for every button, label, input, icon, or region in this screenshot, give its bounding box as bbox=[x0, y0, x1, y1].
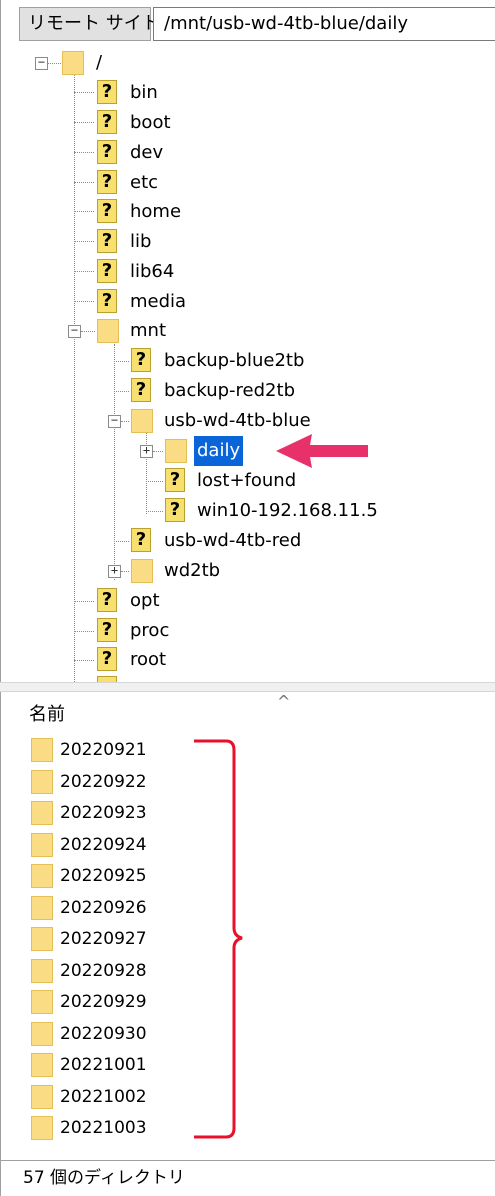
question-mark-icon: ? bbox=[97, 140, 117, 164]
folder-icon bbox=[31, 864, 53, 888]
sort-ascending-icon: ^ bbox=[277, 692, 291, 711]
question-mark-icon: ? bbox=[97, 647, 117, 671]
folder-icon bbox=[97, 319, 119, 343]
folder-icon bbox=[31, 1022, 53, 1046]
folder-icon bbox=[165, 439, 187, 463]
collapse-mnt-toggle[interactable]: − bbox=[68, 324, 81, 338]
remote-tree-pane: − − − + + / ? bin ? boot ? dev ? etc ? h… bbox=[0, 0, 495, 682]
folder-icon bbox=[131, 409, 153, 433]
question-mark-icon: ? bbox=[97, 199, 117, 223]
question-mark-icon: ? bbox=[131, 348, 151, 372]
folder-icon bbox=[31, 833, 53, 857]
directory-tree: − − − + + / ? bin ? boot ? dev ? etc ? h… bbox=[1, 0, 495, 682]
remote-address-bar: リモート サイト: /mnt/usb-wd-4tb-blue/daily bbox=[1, 0, 495, 42]
question-mark-icon: ? bbox=[165, 468, 185, 492]
question-mark-icon: ? bbox=[97, 229, 117, 253]
folder-icon bbox=[31, 1085, 53, 1109]
question-mark-icon: ? bbox=[97, 170, 117, 194]
status-bar: 57 個のディレクトリ bbox=[0, 1160, 495, 1196]
remote-path-input[interactable]: /mnt/usb-wd-4tb-blue/daily bbox=[153, 7, 495, 41]
question-mark-icon: ? bbox=[97, 80, 117, 104]
folder-icon bbox=[31, 896, 53, 920]
folder-icon bbox=[31, 801, 53, 825]
question-mark-icon: ? bbox=[131, 528, 151, 552]
tree-guide-line bbox=[74, 74, 75, 682]
question-mark-icon: ? bbox=[97, 110, 117, 134]
question-mark-icon: ? bbox=[97, 618, 117, 642]
question-mark-icon: ? bbox=[97, 259, 117, 283]
folder-icon bbox=[31, 770, 53, 794]
folder-icon bbox=[31, 1116, 53, 1140]
tree-guide-line bbox=[114, 344, 115, 580]
question-mark-icon: ? bbox=[97, 588, 117, 612]
remote-site-label: リモート サイト: bbox=[19, 7, 166, 41]
collapse-blue-toggle[interactable]: − bbox=[108, 414, 121, 428]
folder-icon bbox=[131, 559, 153, 583]
file-list-pane: ^ 名前 20220921 20220922 20220923 20220924… bbox=[0, 692, 495, 1196]
folder-icon bbox=[31, 927, 53, 951]
folder-icon bbox=[31, 1053, 53, 1077]
expand-wd2tb-toggle[interactable]: + bbox=[108, 564, 121, 578]
folder-icon bbox=[31, 959, 53, 983]
question-mark-icon: ? bbox=[165, 498, 185, 522]
question-mark-icon: ? bbox=[97, 289, 117, 313]
folder-icon bbox=[31, 738, 53, 762]
pane-splitter[interactable] bbox=[0, 682, 495, 692]
column-header-name[interactable]: 名前 bbox=[29, 700, 65, 730]
collapse-root-toggle[interactable]: − bbox=[35, 56, 48, 70]
question-mark-icon: ? bbox=[131, 378, 151, 402]
folder-icon bbox=[62, 51, 84, 75]
expand-daily-toggle[interactable]: + bbox=[140, 444, 153, 458]
folder-icon bbox=[31, 990, 53, 1014]
